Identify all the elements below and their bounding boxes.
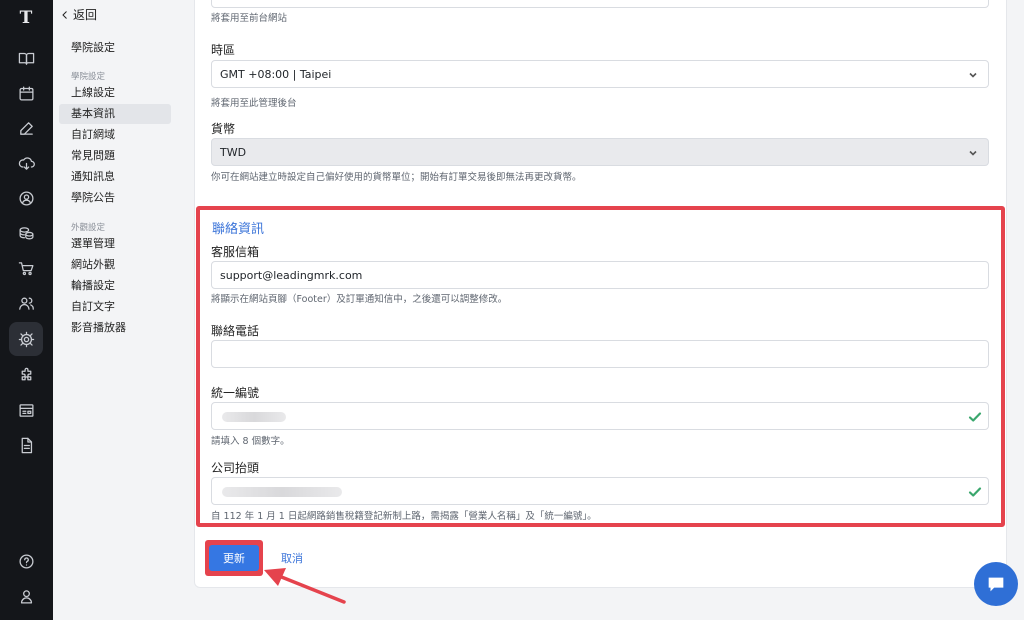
tax-id-field[interactable]: [211, 402, 989, 430]
nav-item-basic-info[interactable]: 基本資訊: [59, 104, 171, 124]
chat-button[interactable]: [974, 562, 1018, 606]
nav-group-school-settings: 學院設定: [71, 72, 106, 82]
cart-icon[interactable]: [9, 251, 43, 285]
nav-item-notifications[interactable]: 通知訊息: [59, 167, 171, 187]
timezone-select[interactable]: GMT +08:00 | Taipei: [211, 60, 989, 88]
company-hint: 自 112 年 1 月 1 日起網路銷售稅籍登記新制上路，需揭露「營業人名稱」及…: [211, 511, 597, 522]
phone-field[interactable]: [211, 340, 989, 368]
chevron-down-icon: [968, 70, 978, 80]
calendar-icon[interactable]: [9, 76, 43, 110]
puzzle-icon[interactable]: [9, 358, 43, 392]
nav-item-custom-domain[interactable]: 自訂網域: [59, 125, 171, 145]
timezone-hint: 將套用至此管理後台: [211, 98, 297, 109]
email-hint: 將顯示在網站頁腳（Footer）及訂單通知信中，之後還可以調整修改。: [211, 294, 508, 305]
update-button[interactable]: 更新: [209, 545, 259, 571]
redacted-value: [222, 412, 286, 422]
tax-id-hint: 請填入 8 個數字。: [211, 436, 290, 447]
settings-sidebar: 返回 學院設定 學院設定 上線設定 基本資訊 自訂網域 常見問題 通知訊息 學院…: [53, 0, 178, 620]
chevron-left-icon: [62, 10, 67, 19]
nav-item-custom-text[interactable]: 自訂文字: [59, 297, 171, 317]
layout-icon[interactable]: [9, 393, 43, 427]
company-label: 公司抬頭: [211, 461, 260, 475]
phone-label: 聯絡電話: [211, 324, 260, 338]
previous-field-hint: 將套用至前台網站: [211, 13, 288, 24]
chat-icon: [988, 577, 1004, 592]
currency-select: TWD: [211, 138, 989, 166]
book-icon[interactable]: [9, 41, 43, 75]
email-field[interactable]: support@leadingmrk.com: [211, 261, 989, 289]
file-icon[interactable]: [9, 428, 43, 462]
nav-item-media-player[interactable]: 影音播放器: [59, 318, 171, 338]
settings-icon[interactable]: [9, 322, 43, 356]
logo[interactable]: T: [9, 1, 43, 35]
account-icon[interactable]: [9, 579, 43, 613]
previous-field[interactable]: [211, 0, 989, 8]
download-cloud-icon[interactable]: [9, 146, 43, 180]
edit-icon[interactable]: [9, 111, 43, 145]
update-button-highlight: 更新: [205, 540, 263, 576]
currency-label: 貨幣: [211, 122, 236, 136]
annotation-arrow-icon: [264, 568, 346, 604]
check-icon: [968, 410, 982, 424]
back-link[interactable]: 返回: [59, 6, 97, 23]
help-icon[interactable]: [9, 544, 43, 578]
nav-item-announcements[interactable]: 學院公告: [59, 188, 171, 208]
chevron-down-icon: [968, 148, 978, 158]
nav-school-settings[interactable]: 學院設定: [59, 38, 171, 58]
nav-item-menu-management[interactable]: 選單管理: [59, 234, 171, 254]
timezone-label: 時區: [211, 43, 236, 57]
check-icon: [968, 485, 982, 499]
nav-group-appearance: 外觀設定: [71, 223, 106, 233]
email-label: 客服信箱: [211, 245, 260, 259]
company-field[interactable]: [211, 477, 989, 505]
currency-hint: 你可在網站建立時設定自己偏好使用的貨幣單位；開始有訂單交易後即無法再更改貨幣。: [211, 172, 582, 183]
user-circle-icon[interactable]: [9, 181, 43, 215]
nav-item-faq[interactable]: 常見問題: [59, 146, 171, 166]
tax-id-label: 統一編號: [211, 386, 260, 400]
nav-item-launch-settings[interactable]: 上線設定: [59, 83, 171, 103]
contact-section-title: 聯絡資訊: [212, 222, 265, 237]
users-icon[interactable]: [9, 286, 43, 320]
nav-item-carousel[interactable]: 輪播設定: [59, 276, 171, 296]
nav-item-site-appearance[interactable]: 網站外觀: [59, 255, 171, 275]
coins-icon[interactable]: [9, 216, 43, 250]
redacted-value: [222, 487, 342, 497]
icon-rail: T: [0, 0, 53, 620]
